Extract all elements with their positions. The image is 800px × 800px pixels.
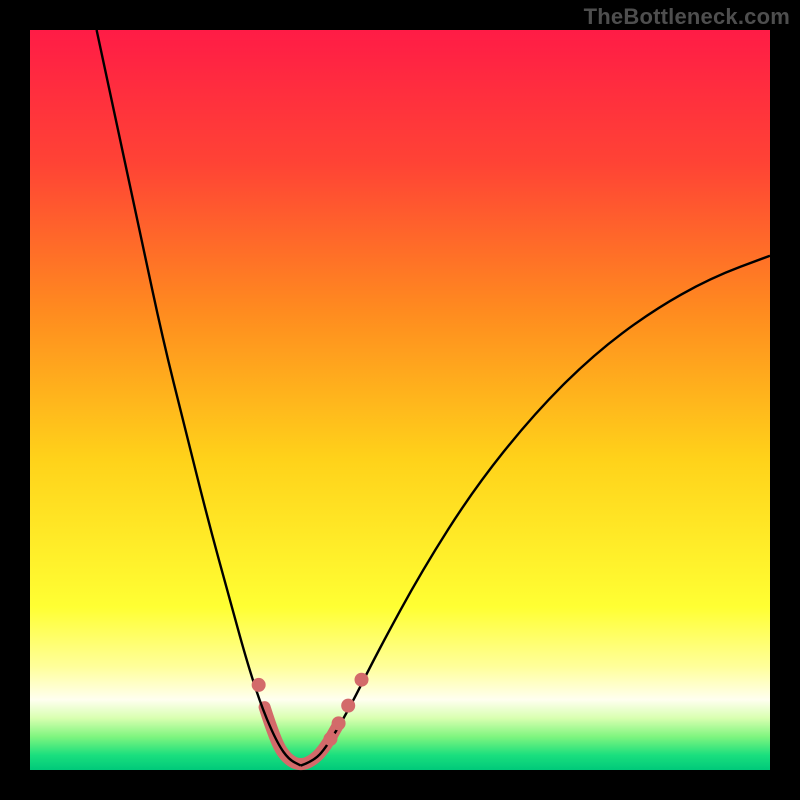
marker-dot-2 [332,716,346,730]
marker-dot-0 [252,678,266,692]
bottleneck-chart [0,0,800,800]
marker-dot-1 [323,732,337,746]
chart-frame: TheBottleneck.com [0,0,800,800]
marker-dot-3 [341,699,355,713]
watermark-text: TheBottleneck.com [584,4,790,30]
marker-dot-4 [355,673,369,687]
plot-background [30,30,770,770]
